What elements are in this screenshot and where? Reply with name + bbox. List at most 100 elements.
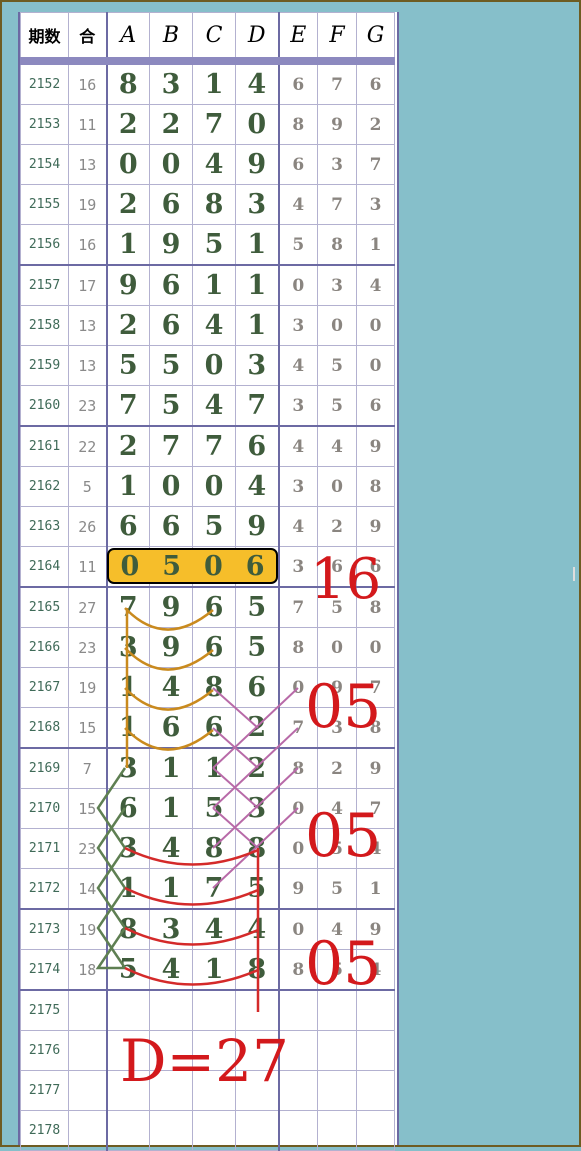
sum-cell: [68, 1030, 107, 1071]
digit-b-cell: 2: [149, 104, 193, 145]
digit-c-cell: 6: [192, 586, 236, 628]
sum-cell: 5: [68, 466, 107, 507]
digit-b-cell: 4: [149, 949, 193, 991]
digit-e-cell: 8: [277, 104, 318, 145]
digit-d-cell: 4: [235, 466, 279, 507]
header-d: D: [235, 12, 279, 65]
highlighted-row-2164: 0 5 0 6: [107, 548, 278, 584]
digit-c-cell: 4: [192, 144, 236, 185]
digit-f-cell: 4: [317, 425, 357, 467]
digit-g-cell: 6: [356, 60, 395, 105]
period-cell: 2166: [20, 627, 69, 668]
digit-d-cell: 9: [235, 506, 279, 547]
sum-cell: 23: [68, 828, 107, 869]
sum-cell: 11: [68, 546, 107, 588]
digit-g-cell: [356, 1110, 395, 1151]
digit-d-cell: 9: [235, 144, 279, 185]
digit-f-cell: 7: [317, 60, 357, 105]
digit-b-cell: 1: [149, 868, 193, 910]
digit-e-cell: 4: [277, 345, 318, 386]
digit-a-cell: 6: [105, 506, 150, 547]
sum-cell: [68, 1110, 107, 1151]
digit-a-cell: 2: [105, 305, 150, 346]
table-row: 2166 23 3 9 6 5 8 0 0: [20, 627, 395, 668]
digit-g-cell: 0: [356, 345, 395, 386]
highlight-digit-a: 0: [120, 550, 140, 582]
sum-cell: 23: [68, 385, 107, 427]
sum-cell: 18: [68, 949, 107, 991]
table-row: 2160 23 7 5 4 7 3 5 6: [20, 385, 395, 427]
digit-f-cell: 5: [317, 385, 357, 427]
annotation-16: 16: [310, 547, 382, 612]
sum-cell: 26: [68, 506, 107, 547]
digit-b-cell: 6: [149, 707, 193, 749]
header-c: C: [192, 12, 236, 65]
digit-c-cell: 6: [192, 627, 236, 668]
period-cell: 2155: [20, 184, 69, 225]
sum-cell: 15: [68, 707, 107, 749]
digit-c-cell: 0: [192, 345, 236, 386]
period-cell: 2162: [20, 466, 69, 507]
table-row: 2153 11 2 2 7 0 8 9 2: [20, 104, 395, 145]
digit-b-cell: 0: [149, 144, 193, 185]
digit-b-cell: 9: [149, 627, 193, 668]
digit-f-cell: 2: [317, 747, 357, 789]
digit-c-cell: 5: [192, 224, 236, 266]
digit-a-cell: 5: [105, 345, 150, 386]
digit-e-cell: 3: [277, 305, 318, 346]
sum-cell: 19: [68, 184, 107, 225]
digit-d-cell: 3: [235, 345, 279, 386]
annotation-d27: D=27: [120, 1027, 289, 1095]
sum-cell: 22: [68, 425, 107, 467]
table-row: 2154 13 0 0 4 9 6 3 7: [20, 144, 395, 185]
period-cell: 2158: [20, 305, 69, 346]
header-row: 期数 合 A B C D E F G: [20, 12, 395, 65]
digit-f-cell: 0: [317, 466, 357, 507]
period-cell: 2152: [20, 60, 69, 105]
sum-cell: 19: [68, 667, 107, 708]
digit-f-cell: 0: [317, 305, 357, 346]
digit-d-cell: 5: [235, 627, 279, 668]
digit-a-cell: 9: [105, 264, 150, 306]
digit-b-cell: 6: [149, 184, 193, 225]
sum-cell: 19: [68, 908, 107, 950]
table-row: 2161 22 2 7 7 6 4 4 9: [20, 425, 395, 467]
sum-cell: 14: [68, 868, 107, 910]
sum-cell: [68, 989, 107, 1031]
digit-a-cell: 2: [105, 184, 150, 225]
digit-b-cell: 4: [149, 828, 193, 869]
period-cell: 2174: [20, 949, 69, 991]
highlight-digit-b: 5: [162, 550, 182, 582]
table-row: 2172 14 1 1 7 5 9 5 1: [20, 868, 395, 910]
digit-d-cell: 6: [235, 667, 279, 708]
digit-d-cell: 8: [235, 949, 279, 991]
digit-d-cell: 8: [235, 828, 279, 869]
digit-c-cell: 8: [192, 828, 236, 869]
digit-d-cell: 2: [235, 707, 279, 749]
header-period: 期数: [20, 12, 69, 65]
period-cell: 2172: [20, 868, 69, 910]
period-cell: 2154: [20, 144, 69, 185]
digit-g-cell: 3: [356, 184, 395, 225]
digit-c-cell: 4: [192, 385, 236, 427]
digit-g-cell: 4: [356, 264, 395, 306]
sum-cell: 23: [68, 627, 107, 668]
digit-e-cell: 6: [277, 60, 318, 105]
table-row: 2162 5 1 0 0 4 3 0 8: [20, 466, 395, 507]
digit-b-cell: 1: [149, 747, 193, 789]
sum-cell: 16: [68, 224, 107, 266]
digit-e-cell: 4: [277, 184, 318, 225]
digit-a-cell: 1: [105, 707, 150, 749]
sum-cell: 7: [68, 747, 107, 789]
digit-d-cell: 3: [235, 788, 279, 829]
digit-d-cell: 5: [235, 868, 279, 910]
sum-cell: 13: [68, 345, 107, 386]
table-row: 2156 16 1 9 5 1 5 8 1: [20, 224, 395, 266]
digit-g-cell: 9: [356, 506, 395, 547]
period-cell: 2175: [20, 989, 69, 1031]
annotation-05-first: 05: [305, 672, 382, 742]
digit-b-cell: 5: [149, 385, 193, 427]
digit-g-cell: [356, 1070, 395, 1111]
table-row: 2159 13 5 5 0 3 4 5 0: [20, 345, 395, 386]
digit-c-cell: [192, 1110, 236, 1151]
